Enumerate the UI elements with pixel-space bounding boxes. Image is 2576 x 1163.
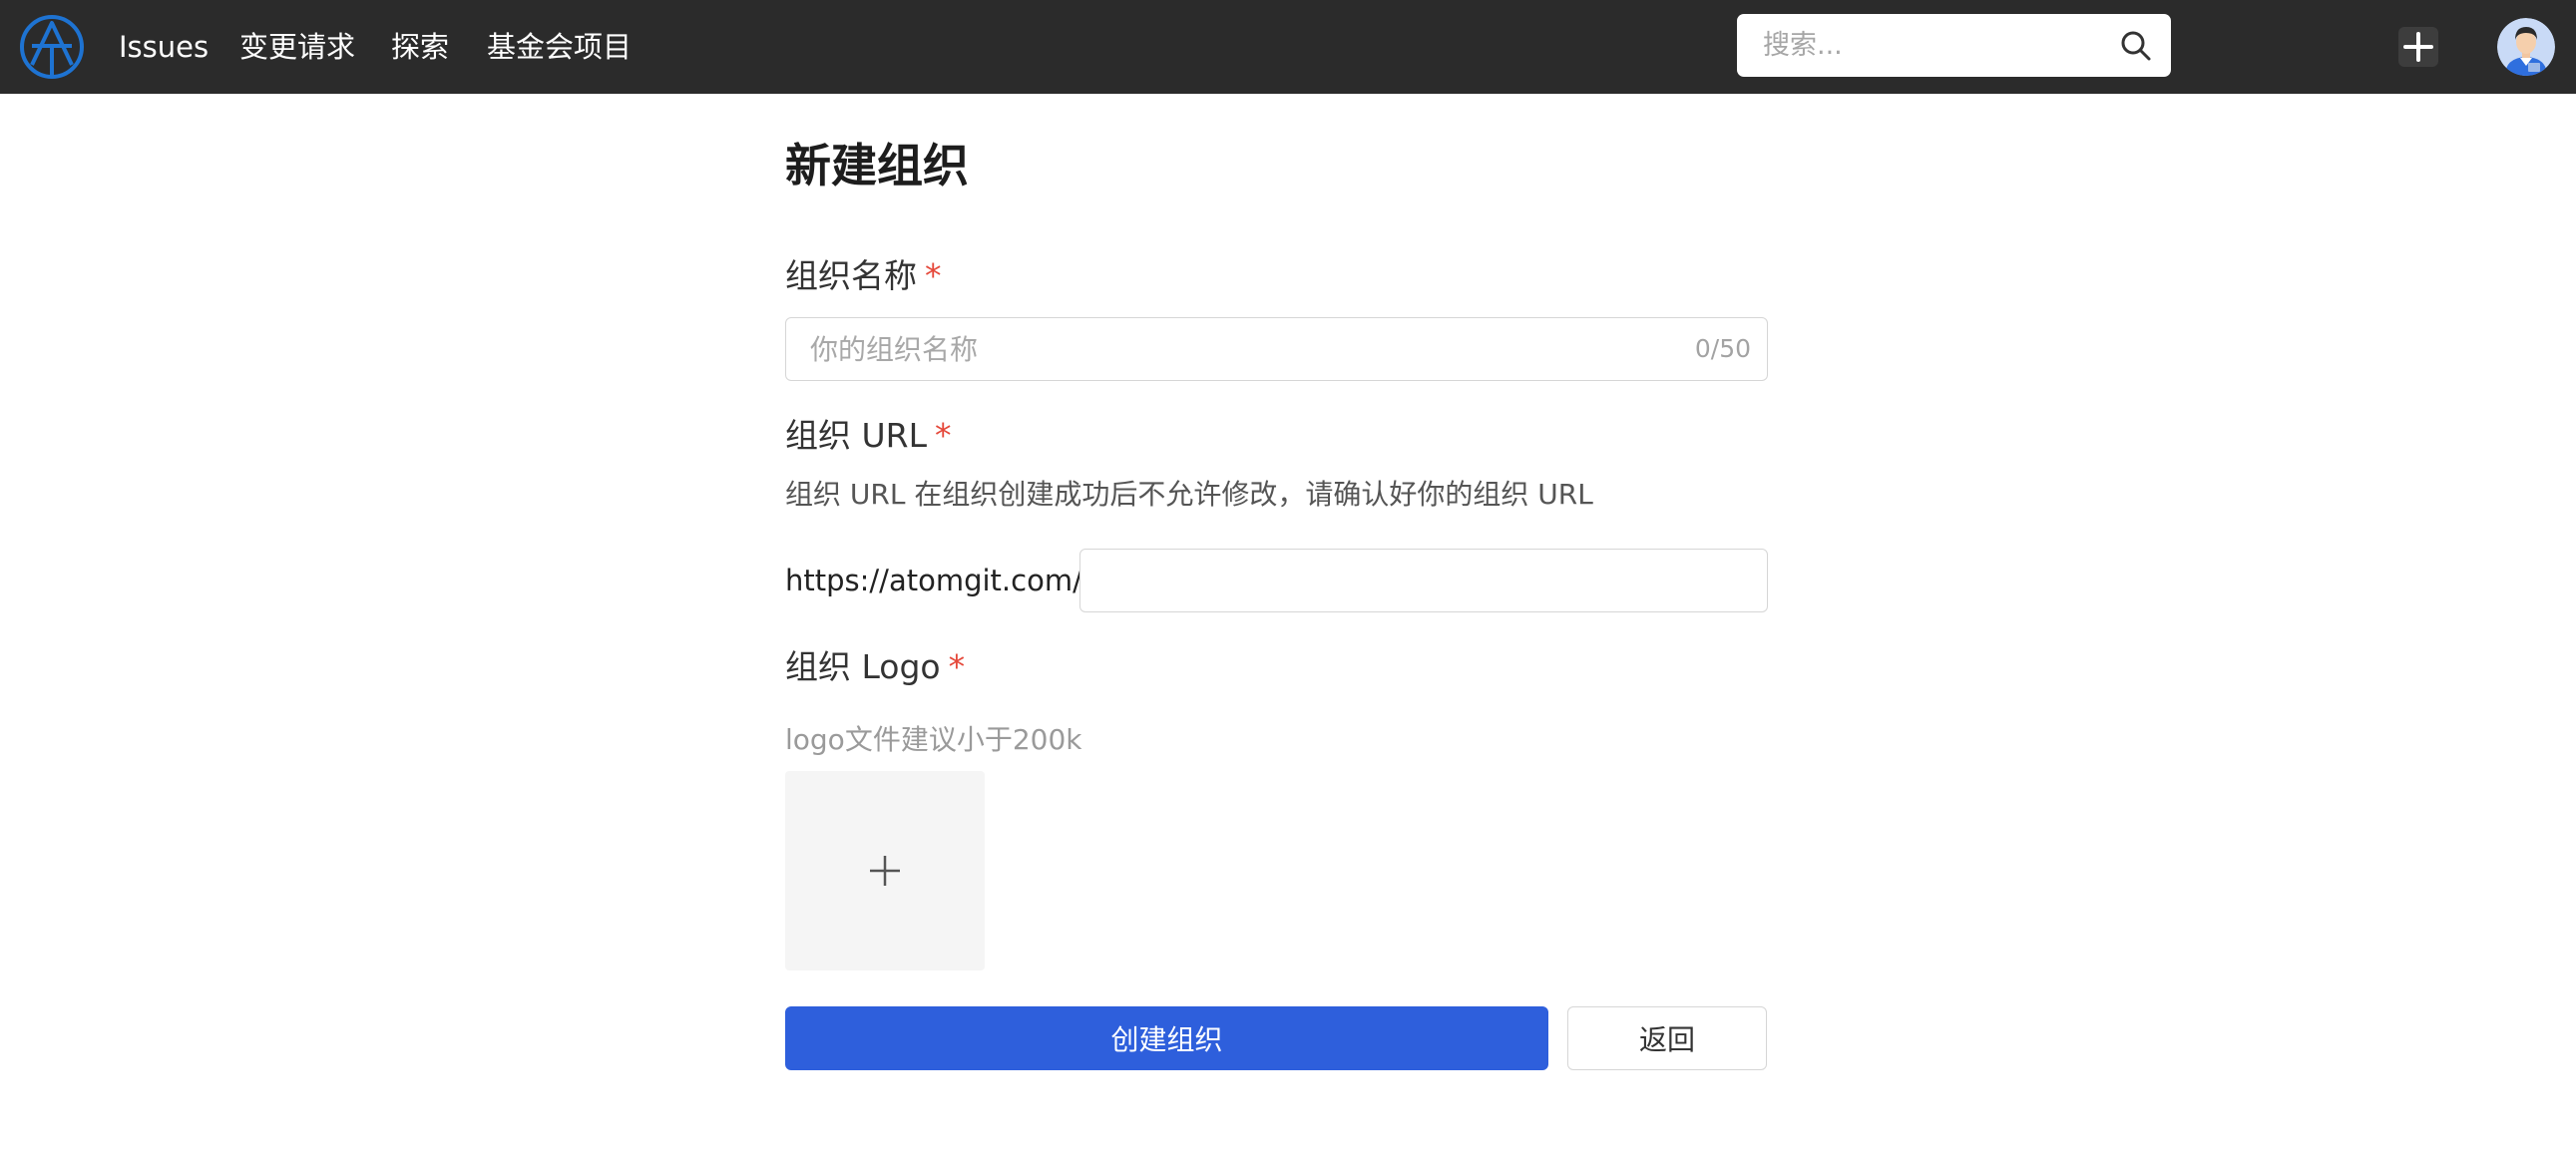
plus-icon <box>2403 32 2433 62</box>
nav-foundation-projects[interactable]: 基金会项目 <box>487 27 632 67</box>
org-url-label: 组织 URL * <box>785 414 951 458</box>
org-url-hint: 组织 URL 在组织创建成功后不允许修改，请确认好你的组织 URL <box>785 478 1593 511</box>
user-avatar[interactable] <box>2497 18 2555 76</box>
search-icon[interactable] <box>2120 30 2152 62</box>
required-mark: * <box>925 256 942 295</box>
org-url-input[interactable] <box>1080 550 1767 611</box>
required-mark: * <box>948 647 966 686</box>
avatar-icon <box>2497 18 2555 76</box>
org-name-field: 0/50 <box>785 317 1768 381</box>
page-title: 新建组织 <box>785 139 969 193</box>
nav-merge-requests[interactable]: 变更请求 <box>239 27 355 67</box>
org-logo-label: 组织 Logo * <box>785 645 965 689</box>
back-button[interactable]: 返回 <box>1567 1006 1767 1070</box>
org-url-label-text: 组织 URL <box>785 416 927 455</box>
plus-icon <box>870 856 900 886</box>
org-name-input[interactable] <box>786 318 1767 380</box>
org-url-field <box>1079 549 1768 612</box>
atomgit-logo-icon[interactable] <box>18 13 86 81</box>
org-name-char-counter: 0/50 <box>1694 334 1751 363</box>
nav-explore[interactable]: 探索 <box>391 27 449 67</box>
org-logo-label-text: 组织 Logo <box>785 647 941 686</box>
nav-issues[interactable]: Issues <box>119 27 209 67</box>
top-navigation-bar: Issues 变更请求 探索 基金会项目 <box>0 0 2576 94</box>
create-new-button[interactable] <box>2398 27 2438 67</box>
org-name-label-text: 组织名称 <box>785 256 917 295</box>
search-box <box>1737 14 2171 77</box>
create-organization-button[interactable]: 创建组织 <box>785 1006 1548 1070</box>
logo-upload-area[interactable] <box>785 771 985 970</box>
org-logo-hint: logo文件建议小于200k <box>785 723 1082 756</box>
org-url-prefix: https://atomgit.com/ <box>785 564 1082 597</box>
search-input[interactable] <box>1763 14 2112 77</box>
org-name-label: 组织名称 * <box>785 254 942 298</box>
required-mark: * <box>934 416 952 455</box>
